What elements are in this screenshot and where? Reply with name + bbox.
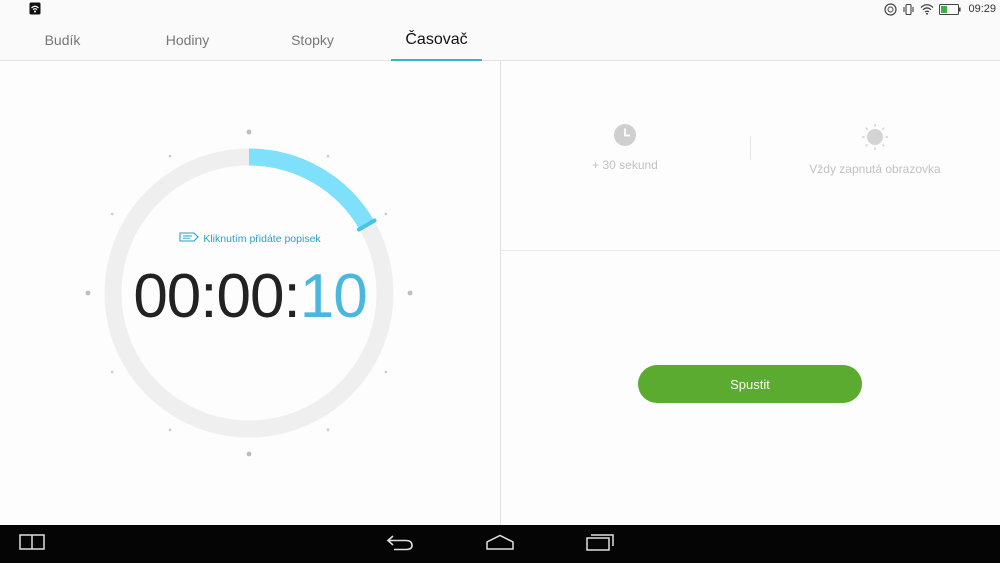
keep-screen-on-label: Vždy zapnutá obrazovka — [809, 162, 941, 176]
navigation-bar — [0, 525, 1000, 563]
dial-tick-dot — [326, 154, 330, 158]
back-button[interactable] — [380, 525, 420, 563]
dial-tick-dot — [168, 154, 172, 158]
dial-tick-dot — [110, 212, 114, 216]
sun-icon — [861, 124, 889, 155]
back-icon — [385, 533, 415, 556]
tag-icon — [179, 232, 200, 245]
clock-time: 09:29 — [968, 3, 996, 15]
dial-tick-dot — [246, 129, 252, 135]
tab-clock[interactable]: Hodiny — [125, 18, 250, 60]
alarm-status-icon — [884, 2, 898, 16]
tab-alarm[interactable]: Budík — [0, 18, 125, 60]
recent-apps-button[interactable] — [582, 525, 618, 563]
clock-icon — [613, 124, 637, 151]
dial-tick-dot — [407, 290, 413, 296]
timer-panel: Kliknutím přidáte popisek 00:00:10 — [0, 61, 501, 525]
tab-timer-label: Časovač — [405, 31, 468, 48]
options-divider — [750, 137, 751, 159]
add-label-text: Kliknutím přidáte popisek — [203, 232, 321, 245]
dial-tick-dot — [384, 370, 388, 374]
battery-icon — [939, 3, 962, 15]
tab-bar: Budík Hodiny Stopky Časovač — [0, 18, 1000, 61]
dial-tick-dot — [168, 428, 172, 432]
home-button[interactable] — [482, 525, 518, 563]
multiwindow-button[interactable] — [14, 525, 50, 563]
dial-progress-arc — [248, 148, 375, 230]
tab-stopwatch[interactable]: Stopky — [250, 18, 375, 60]
home-icon — [485, 534, 515, 555]
tab-timer[interactable]: Časovač — [391, 18, 482, 61]
multiwindow-icon — [19, 533, 45, 555]
status-bar: 09:29 — [0, 0, 1000, 18]
add-30-seconds-option[interactable]: + 30 sekund — [565, 123, 685, 172]
timer-separator: : — [200, 262, 217, 331]
dial-tick-dot — [326, 428, 330, 432]
recent-apps-icon — [585, 533, 615, 556]
vibrate-icon — [902, 3, 915, 16]
keep-screen-on-option[interactable]: Vždy zapnutá obrazovka — [800, 123, 950, 176]
dial-tick-dot — [384, 212, 388, 216]
dial-tick-dot — [246, 451, 252, 457]
wifi-signal-icon — [920, 3, 934, 15]
timer-readout[interactable]: 00:00:10 — [120, 261, 380, 332]
timer-separator: : — [283, 262, 300, 331]
timer-controls-panel: + 30 sekund Vždy zapnutá obrazovka Spust… — [501, 61, 1000, 525]
dial-tick-dot — [85, 290, 91, 296]
timer-seconds: 10 — [299, 262, 368, 331]
timer-minutes: 00 — [216, 262, 285, 331]
section-divider — [501, 250, 1000, 251]
add-30-seconds-label: + 30 sekund — [592, 158, 658, 172]
dial-tick-dot — [110, 370, 114, 374]
start-button[interactable]: Spustit — [638, 365, 862, 403]
timer-hours: 00 — [133, 262, 201, 331]
add-label-button[interactable]: Kliknutím přidáte popisek — [150, 232, 350, 245]
